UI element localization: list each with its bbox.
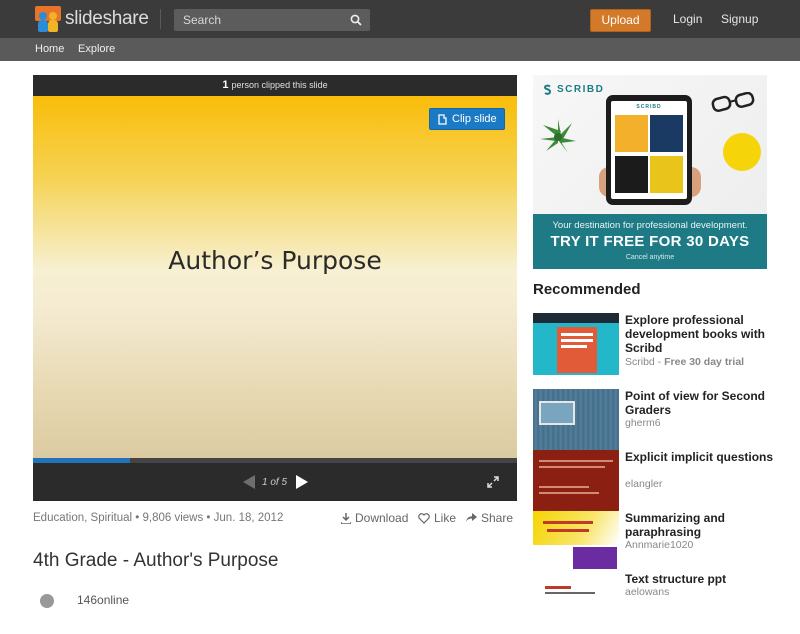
download-label: Download xyxy=(355,511,409,525)
recommended-extra: Free 30 day trial xyxy=(664,356,745,368)
plant-illustration xyxy=(540,119,576,153)
glasses-illustration xyxy=(711,92,755,112)
recommended-thumbnail xyxy=(533,572,619,634)
ad-cta-panel: Your destination for professional develo… xyxy=(533,214,767,269)
recommended-title: Summarizing and paraphrasing xyxy=(625,511,726,539)
recommended-item[interactable]: Summarizing and paraphrasing Annmarie102… xyxy=(533,511,773,573)
recommended-source: aelowans xyxy=(625,586,670,598)
logo-text: slideshare xyxy=(65,8,149,29)
like-label: Like xyxy=(434,511,457,525)
document-title: 4th Grade - Author's Purpose xyxy=(33,550,279,571)
next-slide-icon[interactable] xyxy=(295,475,309,489)
book-cover xyxy=(615,156,648,193)
recommended-title: Point of view for Second Graders xyxy=(625,389,766,417)
slide-image: Author’s Purpose xyxy=(33,96,517,458)
download-button[interactable]: Download xyxy=(341,511,408,525)
page-counter: 1 of 5 xyxy=(262,477,288,488)
recommended-item[interactable]: Explicit implicit questions elangler xyxy=(533,450,773,512)
scribd-ad-banner[interactable]: SCRIBD SCRIBD Your destination for profe… xyxy=(533,75,767,269)
book-cover xyxy=(650,156,683,193)
ad-headline-part2: FOR 30 DAYS xyxy=(644,233,750,250)
nav-explore[interactable]: Explore xyxy=(78,43,115,55)
header-divider xyxy=(160,9,161,29)
recommended-source: Annmarie1020 xyxy=(625,539,694,551)
login-link[interactable]: Login xyxy=(673,12,702,26)
search-input[interactable] xyxy=(174,9,344,31)
player-controls: 1 of 5 xyxy=(33,463,517,501)
author-name[interactable]: 146online xyxy=(77,593,129,607)
scribd-logo: SCRIBD xyxy=(542,84,604,95)
slideshare-logo-icon xyxy=(34,6,62,32)
recommended-item[interactable]: Point of view for Second Graders gherm6 xyxy=(533,389,773,451)
recommended-source: elangler xyxy=(625,478,663,490)
recommended-thumbnail xyxy=(533,313,619,375)
slide-viewport[interactable]: Author’s Purpose Clip slide xyxy=(33,96,517,458)
search-box xyxy=(174,9,370,31)
ad-headline-part1: TRY IT xyxy=(550,233,604,250)
like-button[interactable]: Like xyxy=(418,511,456,525)
ad-tagline: Your destination for professional develo… xyxy=(552,220,748,231)
clip-icon xyxy=(438,113,447,125)
recommended-thumbnail xyxy=(533,450,619,512)
share-label: Share xyxy=(481,511,514,525)
clip-count: 1 xyxy=(222,79,229,91)
slide-metadata: Education, Spiritual • 9,806 views • Jun… xyxy=(33,512,284,524)
recommended-heading: Recommended xyxy=(533,281,641,298)
slide-title: Author’s Purpose xyxy=(168,246,382,275)
book-cover xyxy=(650,115,683,152)
book-cover xyxy=(615,115,648,152)
search-icon[interactable] xyxy=(350,14,362,26)
clip-count-text: person clipped this slide xyxy=(231,80,328,90)
scribd-brand-text: SCRIBD xyxy=(557,84,605,95)
signup-link[interactable]: Signup xyxy=(721,12,758,26)
recommended-author: Scribd xyxy=(625,356,655,368)
top-header: slideshare Upload Login Signup xyxy=(0,0,800,38)
recommended-title: Explore professional development books w… xyxy=(625,313,766,355)
clip-slide-button[interactable]: Clip slide xyxy=(429,108,505,130)
sub-navigation: Home Explore xyxy=(0,38,800,61)
share-button[interactable]: Share xyxy=(466,511,513,525)
recommended-title: Text structure ppt xyxy=(625,572,727,586)
recommended-title: Explicit implicit questions xyxy=(625,450,774,464)
author-avatar[interactable] xyxy=(40,594,54,608)
recommended-item[interactable]: Explore professional development books w… xyxy=(533,313,773,375)
recommended-thumbnail xyxy=(533,511,619,573)
slide-player: 1 person clipped this slide Author’s Purp… xyxy=(33,75,517,501)
ad-headline: TRY IT FREE FOR 30 DAYS xyxy=(533,233,767,250)
ad-headline-free: FREE xyxy=(603,233,645,250)
tablet-screen: SCRIBD xyxy=(611,101,687,199)
scribd-logo-icon xyxy=(543,84,552,95)
ad-fineprint: Cancel anytime xyxy=(625,254,675,261)
slideshare-logo[interactable]: slideshare xyxy=(34,6,149,32)
heart-icon xyxy=(418,512,430,524)
clip-count-bar: 1 person clipped this slide xyxy=(33,75,517,96)
fullscreen-icon[interactable] xyxy=(487,476,499,488)
previous-slide-icon[interactable] xyxy=(242,475,256,489)
recommended-source: Scribd - Free 30 day trial xyxy=(625,356,745,368)
share-icon xyxy=(466,513,477,522)
recommended-thumbnail xyxy=(533,389,619,451)
clip-slide-label: Clip slide xyxy=(452,113,497,125)
tablet-illustration: SCRIBD xyxy=(606,95,692,205)
recommended-source: gherm6 xyxy=(625,417,661,429)
nav-home[interactable]: Home xyxy=(35,43,64,55)
mug-illustration xyxy=(723,133,761,171)
tablet-scribd-logo: SCRIBD xyxy=(636,104,662,110)
ad-image: SCRIBD SCRIBD xyxy=(533,75,767,214)
recommended-item[interactable]: Text structure ppt aelowans xyxy=(533,572,773,634)
download-icon xyxy=(341,512,351,524)
upload-button[interactable]: Upload xyxy=(590,9,651,32)
